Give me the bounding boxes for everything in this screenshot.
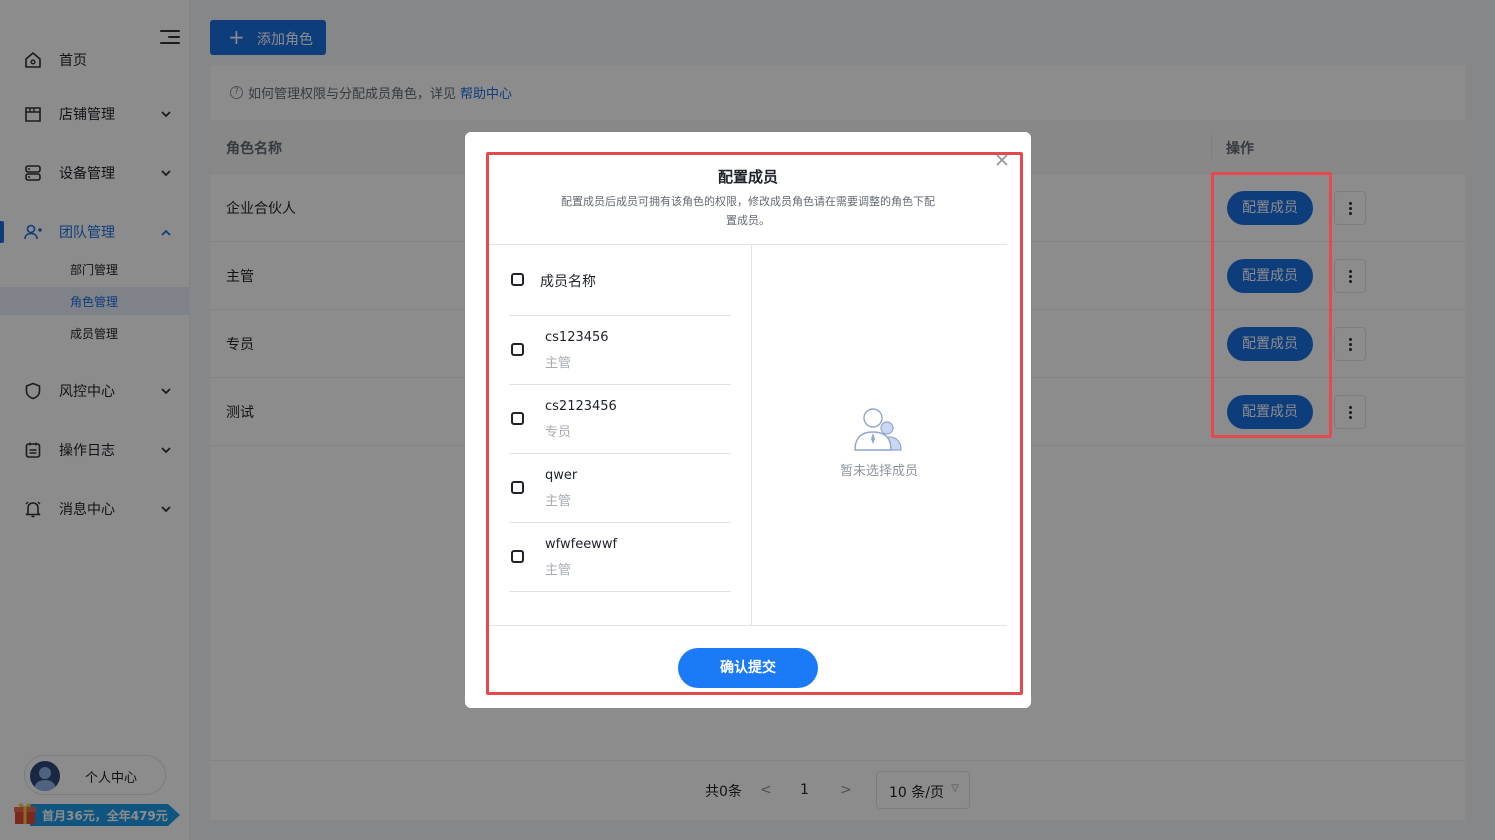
select-all-row: 成员名称	[509, 266, 731, 316]
confirm-submit-button[interactable]: 确认提交	[678, 648, 818, 688]
dialog-title: 配置成员	[717, 168, 778, 186]
member-name: wfwfeewwf	[545, 537, 618, 552]
member-role: 主管	[545, 563, 572, 578]
select-all-checkbox[interactable]	[511, 273, 524, 286]
member-role: 专员	[545, 425, 572, 440]
member-role: 主管	[545, 494, 572, 509]
member-row[interactable]: cs2123456 专员	[509, 385, 731, 454]
configure-members-dialog: 配置成员 配置成员后成员可拥有该角色的权限，修改成员角色请在需要调整的角色下配置…	[465, 132, 1031, 708]
member-name: cs2123456	[545, 399, 617, 414]
member-row[interactable]: qwer 主管	[509, 454, 731, 523]
member-checkbox[interactable]	[511, 550, 524, 563]
empty-members-icon	[853, 406, 905, 452]
member-row[interactable]: cs123456 主管	[509, 316, 731, 385]
member-role: 主管	[545, 356, 572, 371]
member-checkbox[interactable]	[511, 481, 524, 494]
member-row[interactable]: wfwfeewwf 主管	[509, 523, 731, 592]
close-icon[interactable]	[995, 152, 1009, 166]
member-name: cs123456	[545, 330, 609, 345]
dialog-description: 配置成员后成员可拥有该角色的权限，修改成员角色请在需要调整的角色下配置成员。	[561, 195, 935, 227]
member-checkbox[interactable]	[511, 412, 524, 425]
divider	[751, 245, 752, 625]
member-checkbox[interactable]	[511, 343, 524, 356]
empty-selection-text: 暂未选择成员	[839, 464, 918, 479]
divider	[489, 244, 1007, 245]
member-name: qwer	[545, 468, 578, 483]
divider	[489, 625, 1007, 626]
select-all-label: 成员名称	[540, 274, 596, 290]
